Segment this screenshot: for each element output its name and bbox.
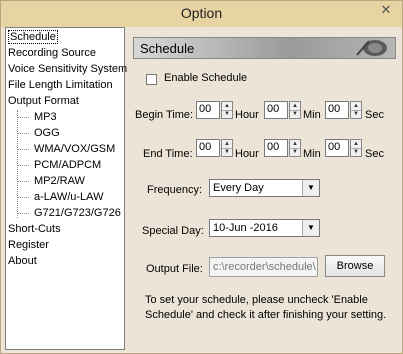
spin-down-icon[interactable]: ▼ xyxy=(222,148,232,156)
tree-item[interactable]: Register xyxy=(8,238,49,252)
tree-item-label: File Length Limitation xyxy=(8,79,113,91)
tree-item[interactable]: MP3 xyxy=(14,110,57,124)
frequency-value: Every Day xyxy=(213,182,264,194)
enable-schedule-checkbox[interactable] xyxy=(146,74,157,85)
begin-hour-unit: Hour xyxy=(235,109,259,121)
tree-item-label: Schedule xyxy=(8,30,58,44)
begin-min-spinner[interactable]: ▲ ▼ xyxy=(289,101,301,119)
browse-button[interactable]: Browse xyxy=(325,255,385,277)
end-min-field[interactable]: 00 xyxy=(264,139,288,157)
begin-min-unit: Min xyxy=(303,109,321,121)
tree-item-label: Short-Cuts xyxy=(8,223,61,235)
end-sec-spinner[interactable]: ▲ ▼ xyxy=(350,139,362,157)
tree-item[interactable]: Schedule xyxy=(8,30,58,44)
end-min-spinner[interactable]: ▲ ▼ xyxy=(289,139,301,157)
tree-item[interactable]: WMA/VOX/GSM xyxy=(14,142,115,156)
tree-branch xyxy=(17,181,29,182)
special-day-picker[interactable]: 10-Jun -2016 ▼ xyxy=(209,219,320,237)
end-sec-unit: Sec xyxy=(365,148,384,160)
tree-branch xyxy=(17,165,29,166)
options-tree: Schedule Recording Source Voice Sensitivit… xyxy=(5,27,127,350)
title-bar[interactable]: Option ✕ xyxy=(1,1,402,27)
tree-branch xyxy=(17,197,29,198)
end-sec-field[interactable]: 00 xyxy=(325,139,349,157)
close-button[interactable]: ✕ xyxy=(375,2,397,18)
end-time-label: End Time: xyxy=(143,148,193,160)
frequency-label: Frequency: xyxy=(147,184,203,196)
begin-hour-spinner[interactable]: ▲ ▼ xyxy=(221,101,233,119)
tree-item[interactable]: Output Format xyxy=(8,94,79,108)
begin-sec-unit: Sec xyxy=(365,109,384,121)
enable-schedule-label: Enable Schedule xyxy=(164,72,248,84)
frequency-select[interactable]: Every Day ▼ xyxy=(209,179,320,197)
chevron-down-icon[interactable]: ▼ xyxy=(302,180,319,196)
tree-item[interactable]: G721/G723/G726 xyxy=(14,206,121,220)
spin-down-icon[interactable]: ▼ xyxy=(290,148,300,156)
output-file-label: Output File: xyxy=(146,263,203,275)
end-hour-spinner[interactable]: ▲ ▼ xyxy=(221,139,233,157)
spin-down-icon[interactable]: ▼ xyxy=(351,148,361,156)
tree-branch xyxy=(17,117,29,118)
tree-item-label: G721/G723/G726 xyxy=(34,207,121,219)
window-title: Option xyxy=(180,5,223,21)
spin-down-icon[interactable]: ▼ xyxy=(351,110,361,118)
panel-header: Schedule xyxy=(133,37,396,59)
tree-branch xyxy=(17,149,29,150)
begin-sec-spinner[interactable]: ▲ ▼ xyxy=(350,101,362,119)
tree-item[interactable]: File Length Limitation xyxy=(8,78,113,92)
chevron-down-icon[interactable]: ▼ xyxy=(302,220,319,236)
schedule-panel: Schedule Enable Schedule Begin Time: 00 … xyxy=(129,27,398,350)
tree-item[interactable]: PCM/ADPCM xyxy=(14,158,101,172)
begin-hour-field[interactable]: 00 xyxy=(196,101,220,119)
spin-down-icon[interactable]: ▼ xyxy=(222,110,232,118)
option-window: Option ✕ Schedule Recording Source Voice S… xyxy=(0,0,403,354)
tree-item[interactable]: OGG xyxy=(14,126,60,140)
output-path-field[interactable]: c:\recorder\schedule\ xyxy=(209,257,318,277)
tree-item-label: WMA/VOX/GSM xyxy=(34,143,116,155)
begin-min-field[interactable]: 00 xyxy=(264,101,288,119)
tree-item[interactable]: a-LAW/u-LAW xyxy=(14,190,103,204)
tree-branch xyxy=(17,213,29,214)
begin-time-label: Begin Time: xyxy=(135,109,194,121)
tree-item-label: Output Format xyxy=(8,95,79,107)
panel-title: Schedule xyxy=(140,41,195,56)
tree-item[interactable]: MP2/RAW xyxy=(14,174,85,188)
spin-down-icon[interactable]: ▼ xyxy=(290,110,300,118)
disc-logo-icon xyxy=(356,40,387,56)
tree-item[interactable]: Voice Sensitivity System xyxy=(8,62,127,76)
tree-item[interactable]: Short-Cuts xyxy=(8,222,61,236)
tree-item-label: Recording Source xyxy=(8,47,97,59)
tree-branch xyxy=(17,133,29,134)
tree-item[interactable]: Recording Source xyxy=(8,46,96,60)
begin-sec-field[interactable]: 00 xyxy=(325,101,349,119)
special-day-value: 10-Jun -2016 xyxy=(213,222,278,234)
tree-item-label: About xyxy=(8,255,37,267)
note-line-2: Schedule' and check it after finishing y… xyxy=(145,309,387,321)
note-line-1: To set your schedule, please uncheck 'En… xyxy=(145,294,368,306)
tree-item[interactable]: About xyxy=(8,254,37,268)
tree-item-label: Register xyxy=(8,239,49,251)
end-hour-unit: Hour xyxy=(235,148,259,160)
special-day-label: Special Day: xyxy=(142,225,204,237)
end-hour-field[interactable]: 00 xyxy=(196,139,220,157)
tree-item-label: Voice Sensitivity System xyxy=(8,63,128,75)
end-min-unit: Min xyxy=(303,148,321,160)
